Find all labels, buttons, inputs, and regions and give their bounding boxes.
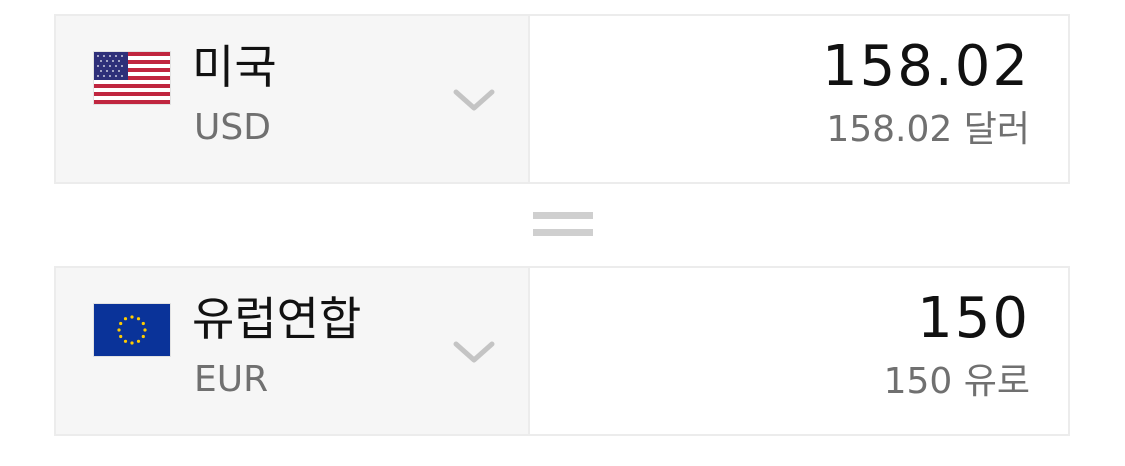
source-currency-code: USD (194, 107, 271, 148)
target-amount-text: 150 유로 (883, 361, 1030, 402)
equals-icon (533, 212, 593, 238)
target-amount-value: 150 (917, 286, 1030, 351)
source-amount-field[interactable]: 158.02 158.02 달러 (530, 16, 1068, 182)
source-amount-value: 158.02 (822, 34, 1030, 99)
target-country-name: 유럽연합 (192, 292, 362, 346)
us-flag-icon (94, 52, 170, 104)
target-amount-field[interactable]: 150 150 유로 (530, 268, 1068, 434)
source-currency-row: 미국 USD 158.02 158.02 달러 (54, 14, 1070, 184)
source-amount-text: 158.02 달러 (826, 109, 1030, 150)
source-country-name: 미국 (192, 40, 277, 94)
target-currency-selector[interactable]: 유럽연합 EUR (56, 268, 530, 434)
target-currency-row: 유럽연합 EUR 150 150 유로 (54, 266, 1070, 436)
currency-converter: 미국 USD 158.02 158.02 달러 유럽연합 EUR 150 150… (0, 0, 1125, 466)
source-currency-selector[interactable]: 미국 USD (56, 16, 530, 182)
chevron-down-icon[interactable] (452, 338, 496, 366)
chevron-down-icon[interactable] (452, 86, 496, 114)
target-currency-code: EUR (194, 359, 269, 400)
eu-flag-icon (94, 304, 170, 356)
